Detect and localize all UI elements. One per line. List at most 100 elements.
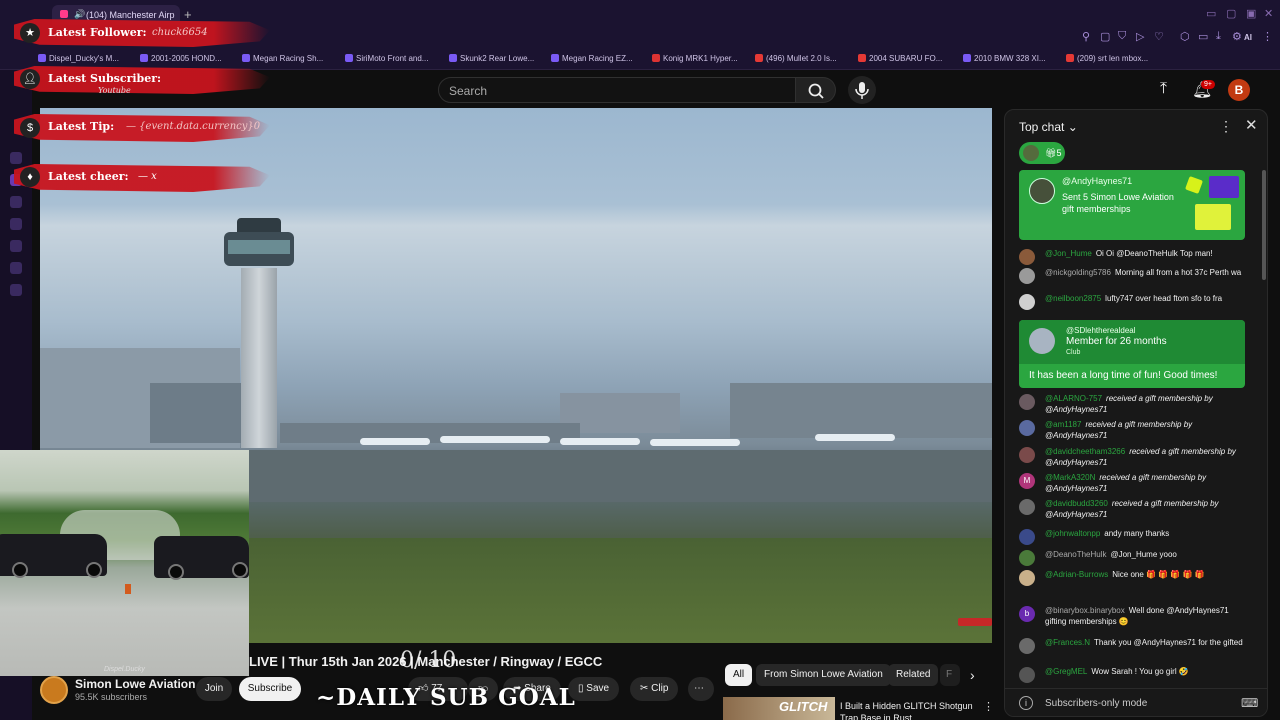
chat-username[interactable]: @GregMEL — [1045, 667, 1087, 676]
chat-avatar[interactable]: b — [1019, 606, 1035, 622]
chat-username[interactable]: @am1187 — [1045, 420, 1081, 429]
chat-username[interactable]: @Adrian-Burrows — [1045, 570, 1108, 579]
restore-icon[interactable]: ▣ — [1246, 7, 1256, 20]
bookmark-item[interactable]: Megan Racing EZ... — [551, 54, 633, 63]
chip-from-channel[interactable]: From Simon Lowe Aviation — [756, 664, 891, 686]
voice-search-button[interactable] — [848, 76, 876, 104]
settings-icon[interactable]: ⚙ — [1232, 30, 1242, 43]
heart-icon[interactable]: ♡ — [1154, 30, 1164, 43]
chat-username[interactable]: @Frances.N — [1045, 638, 1090, 647]
bookmark-item[interactable]: Megan Racing Sh... — [242, 54, 323, 63]
chat-avatar[interactable] — [1019, 667, 1035, 683]
chat-username[interactable]: @nickgolding5786 — [1045, 268, 1111, 277]
chat-more-icon[interactable]: ⋮ — [1219, 118, 1233, 135]
channel-avatar[interactable] — [40, 676, 68, 704]
chat-avatar[interactable] — [1019, 638, 1035, 654]
sidebar-app-icon[interactable] — [10, 218, 22, 230]
bookmark-favicon-icon — [242, 54, 250, 62]
subscribe-watermark[interactable] — [958, 618, 992, 626]
bookmark-item[interactable]: 2004 SUBARU FO... — [858, 54, 942, 63]
ai-button[interactable]: AI — [1244, 33, 1252, 42]
recommended-more-icon[interactable]: ⋮ — [983, 700, 994, 713]
menu-icon[interactable]: ⋮ — [1262, 30, 1273, 43]
chat-avatar[interactable] — [1019, 268, 1035, 284]
bookmark-item[interactable]: (209) srt len mbox... — [1066, 54, 1148, 63]
download-icon[interactable]: ⤓ — [1216, 30, 1221, 43]
bookmark-item[interactable]: (496) Mullet 2.0 Is... — [755, 54, 837, 63]
chat-avatar[interactable] — [1019, 499, 1035, 515]
extensions-icon[interactable]: ⬡ — [1180, 30, 1190, 43]
pin-icon[interactable]: ⚲ — [1082, 30, 1090, 43]
bookmark-label: Megan Racing EZ... — [562, 54, 633, 63]
tab-icon[interactable]: ▢ — [1100, 30, 1110, 43]
sidebar-app-icon[interactable] — [10, 284, 22, 296]
chat-avatar[interactable] — [1019, 529, 1035, 545]
maximize-icon[interactable]: ▢ — [1226, 7, 1236, 20]
chat-avatar[interactable] — [1019, 249, 1035, 265]
bookmark-item[interactable]: Dispel_Ducky's M... — [38, 54, 119, 63]
chat-username[interactable]: @davidbudd3260 — [1045, 499, 1108, 508]
gift-ticker[interactable]: 🎁︎5 — [1019, 142, 1065, 164]
sidebar-app-icon[interactable] — [10, 152, 22, 164]
folder-icon[interactable]: ▭ — [1198, 30, 1208, 43]
latest-tip-label: Latest Tip: — [48, 120, 115, 133]
latest-follower-label: Latest Follower: — [48, 26, 147, 39]
bookmark-item[interactable]: Konig MRK1 Hyper... — [652, 54, 738, 63]
chevron-right-icon[interactable]: › — [970, 667, 975, 683]
minimize-icon[interactable]: ▭ — [1206, 7, 1216, 20]
chat-scrollbar[interactable] — [1262, 170, 1266, 280]
pip-watermark: Dispel.Ducky — [104, 666, 145, 673]
recommended-title[interactable]: I Built a Hidden GLITCH Shotgun Trap Bas… — [840, 700, 980, 720]
bookmark-favicon-icon — [755, 54, 763, 62]
chip-all[interactable]: All — [725, 664, 753, 686]
sidebar-app-icon[interactable] — [10, 240, 22, 252]
subscribers-only-mode: Subscribers-only mode — [1045, 698, 1148, 709]
more-actions-button[interactable]: ⋯ — [688, 677, 714, 701]
sidebar-app-icon[interactable] — [10, 262, 22, 274]
search-input[interactable]: Search — [438, 77, 796, 103]
chip-next[interactable]: F — [940, 664, 960, 686]
play-icon[interactable]: ▷ — [1136, 30, 1144, 43]
channel-name[interactable]: Simon Lowe Aviation — [75, 677, 195, 691]
chat-username[interactable]: @binarybox.binarybox — [1045, 606, 1125, 615]
shield-icon[interactable]: ⛉ — [1118, 30, 1126, 43]
emoji-keyboard-icon[interactable]: ⌨ — [1241, 696, 1258, 710]
chat-username[interactable]: @johnwaltonpp — [1045, 529, 1100, 538]
mic-icon — [855, 82, 869, 99]
info-icon[interactable]: i — [1019, 696, 1033, 710]
bookmark-item[interactable]: 2010 BMW 328 XI... — [963, 54, 1046, 63]
chat-username[interactable]: @ALARNO-757 — [1045, 394, 1102, 403]
recommended-thumbnail[interactable]: GLITCH — [723, 697, 835, 720]
chat-username[interactable]: @neilboon2875 — [1045, 294, 1101, 303]
chat-avatar[interactable] — [1019, 294, 1035, 310]
chat-avatar[interactable]: M — [1019, 473, 1035, 489]
join-button[interactable]: Join — [196, 677, 232, 701]
account-avatar[interactable]: B — [1228, 79, 1250, 101]
chat-avatar[interactable] — [1019, 570, 1035, 586]
speaker-icon[interactable]: 🔊 — [74, 9, 85, 20]
search-button[interactable] — [796, 77, 836, 103]
chat-username[interactable]: @MarkA320N — [1045, 473, 1095, 482]
chat-close-icon[interactable]: ✕ — [1245, 116, 1258, 134]
bookmark-item[interactable]: SiriMoto Front and... — [345, 54, 428, 63]
member-username[interactable]: @SDlehtherealdeal — [1066, 326, 1136, 335]
chat-avatar[interactable] — [1019, 447, 1035, 463]
bookmark-item[interactable]: Skunk2 Rear Lowe... — [449, 54, 534, 63]
upload-icon[interactable]: ⤒ — [1160, 80, 1167, 98]
chat-avatar[interactable] — [1019, 550, 1035, 566]
bookmark-item[interactable]: 2001-2005 HOND... — [140, 54, 222, 63]
chat-mode-selector[interactable]: Top chat ⌄ — [1019, 120, 1078, 134]
chat-avatar[interactable] — [1019, 420, 1035, 436]
sidebar-app-icon[interactable] — [10, 196, 22, 208]
chat-avatar[interactable] — [1019, 394, 1035, 410]
chip-related[interactable]: Related — [888, 664, 939, 686]
bookmark-label: 2001-2005 HOND... — [151, 54, 222, 63]
chat-username[interactable]: @davidcheetham3266 — [1045, 447, 1125, 456]
clip-button[interactable]: ✂ Clip — [630, 677, 679, 701]
chat-username[interactable]: @DeanoTheHulk — [1045, 550, 1106, 559]
new-tab-button[interactable]: + — [184, 7, 192, 22]
chat-username[interactable]: @Jon_Hume — [1045, 249, 1092, 258]
close-icon[interactable]: ✕ — [1264, 7, 1273, 20]
gifter-username[interactable]: @AndyHaynes71 — [1062, 176, 1132, 186]
subscribe-button[interactable]: Subscribe — [239, 677, 301, 701]
